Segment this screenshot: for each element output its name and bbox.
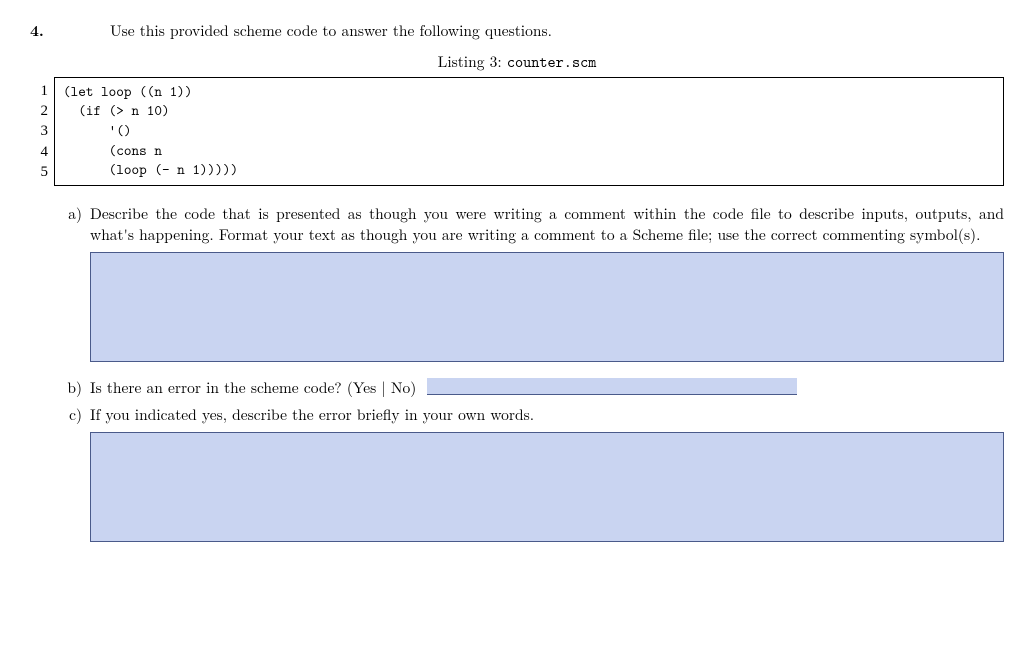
subquestion-a-text: Describe the code that is presented as t… (90, 204, 1004, 246)
code-content: (let loop ((n 1)) (if (> n 10) '() (cons… (63, 82, 995, 180)
answer-box-c[interactable] (90, 432, 1004, 542)
subquestion-b: b) Is there an error in the scheme code?… (58, 376, 1004, 399)
subquestion-c-label: c) (58, 405, 82, 426)
line-number: 2 (30, 101, 48, 121)
line-number: 4 (30, 142, 48, 162)
subquestion-a-label: a) (58, 204, 82, 225)
listing-caption: Listing 3: counter.scm (30, 52, 1004, 73)
question-number: 4. (30, 20, 110, 41)
subquestion-b-label: b) (58, 378, 82, 399)
answer-box-a[interactable] (90, 252, 1004, 362)
line-number-gutter: 1 2 3 4 5 (30, 77, 54, 186)
subquestion-a: a) Describe the code that is presented a… (58, 204, 1004, 246)
subquestion-c: c) If you indicated yes, describe the er… (58, 405, 1004, 426)
subquestion-b-text: Is there an error in the scheme code? (Y… (90, 376, 1004, 399)
line-number: 3 (30, 121, 48, 141)
subquestion-list: a) Describe the code that is presented a… (58, 204, 1004, 542)
listing-caption-prefix: Listing 3: (438, 51, 507, 72)
line-number: 5 (30, 162, 48, 182)
answer-blank-b[interactable] (427, 378, 797, 395)
code-frame: (let loop ((n 1)) (if (> n 10) '() (cons… (54, 77, 1004, 186)
question-prompt: Use this provided scheme code to answer … (110, 21, 1004, 42)
subquestion-c-text: If you indicated yes, describe the error… (90, 405, 1004, 426)
question-row: 4. Use this provided scheme code to answ… (30, 20, 1004, 42)
line-number: 1 (30, 81, 48, 101)
code-block: 1 2 3 4 5 (let loop ((n 1)) (if (> n 10)… (30, 77, 1004, 186)
subquestion-b-prompt: Is there an error in the scheme code? (Y… (90, 377, 416, 398)
listing-filename: counter.scm (507, 51, 597, 72)
